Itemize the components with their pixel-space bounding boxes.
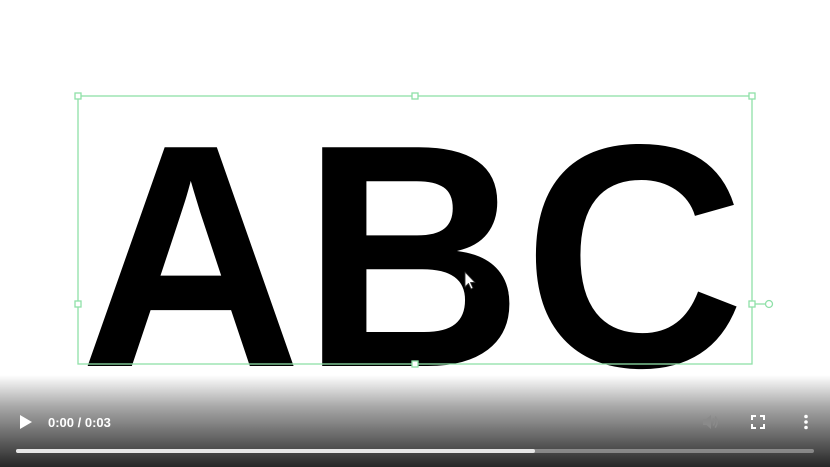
progress-bar[interactable] — [16, 449, 814, 453]
resize-handle-middle-left[interactable] — [74, 300, 82, 308]
fullscreen-icon — [751, 415, 765, 429]
current-time: 0:00 — [48, 415, 75, 430]
resize-handle-middle-right[interactable] — [748, 300, 756, 308]
play-icon — [20, 415, 32, 429]
play-button[interactable] — [12, 409, 38, 435]
resize-handle-top-center[interactable] — [411, 92, 419, 100]
resize-handle-top-left[interactable] — [74, 92, 82, 100]
video-frame: ABC — [74, 79, 774, 434]
video-player[interactable]: ABC 0:00 / 0:03 — [0, 0, 830, 467]
more-options-icon — [804, 414, 808, 430]
rotation-handle[interactable] — [764, 299, 774, 309]
duration: 0:03 — [84, 415, 111, 430]
fullscreen-button[interactable] — [745, 409, 771, 435]
progress-fill — [16, 449, 535, 453]
time-display: 0:00 / 0:03 — [48, 415, 111, 430]
resize-handle-bottom-center[interactable] — [411, 360, 419, 368]
mute-button[interactable] — [697, 409, 723, 435]
volume-icon — [703, 415, 719, 429]
video-controls: 0:00 / 0:03 — [0, 407, 830, 467]
resize-handle-top-right[interactable] — [748, 92, 756, 100]
time-separator: / — [74, 415, 85, 430]
more-options-button[interactable] — [793, 409, 819, 435]
abc-text: ABC — [80, 79, 745, 434]
